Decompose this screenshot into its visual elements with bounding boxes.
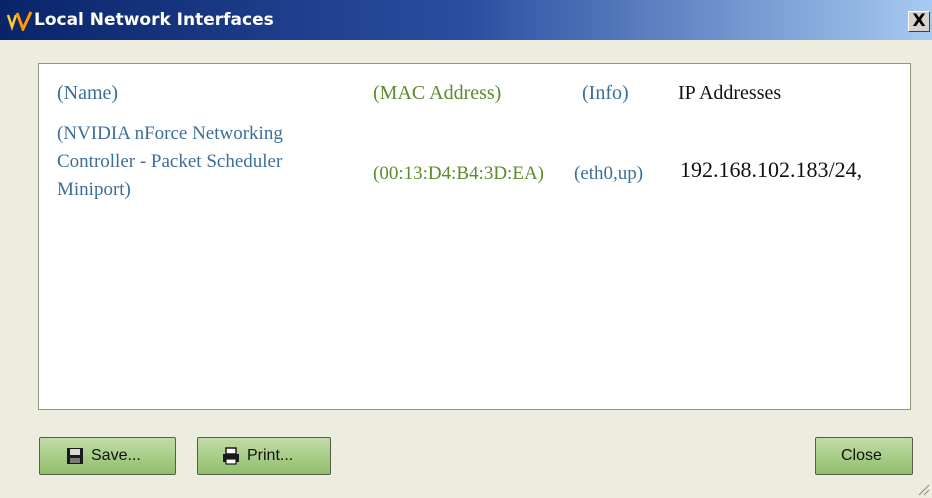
row-info: (eth0,up) (574, 163, 644, 184)
resize-grip-icon[interactable] (916, 482, 930, 496)
header-mac-address: (MAC Address) (373, 82, 502, 104)
row-mac-address: (00:13:D4:B4:3D:EA) (373, 163, 544, 184)
close-button[interactable]: Close (815, 437, 913, 475)
save-button[interactable]: Save... (39, 437, 176, 475)
row-ip-addresses: 192.168.102.183/24, (680, 157, 863, 182)
title-bar[interactable]: Local Network Interfaces X (0, 0, 932, 40)
header-ip-addresses: IP Addresses (678, 82, 782, 104)
row-name-line: Controller - Packet Scheduler (57, 151, 283, 172)
print-button-label: Print... (247, 447, 294, 464)
floppy-disk-icon (67, 448, 83, 464)
row-name-line: Miniport) (57, 179, 131, 200)
interfaces-table (38, 63, 911, 410)
row-name-line: (NVIDIA nForce Networking (57, 123, 283, 144)
header-name: (Name) (57, 82, 119, 104)
row-name-cell: (NVIDIA nForce Networking Controller - P… (57, 120, 283, 204)
printer-icon (223, 447, 239, 465)
header-info: (Info) (582, 82, 629, 104)
save-button-label: Save... (91, 447, 141, 464)
print-button[interactable]: Print... (197, 437, 331, 475)
window-title: Local Network Interfaces (34, 10, 274, 30)
window-close-button[interactable]: X (908, 11, 930, 32)
dialog-window: Local Network Interfaces X (Name) (MAC A… (0, 0, 932, 498)
close-button-label: Close (841, 447, 882, 464)
